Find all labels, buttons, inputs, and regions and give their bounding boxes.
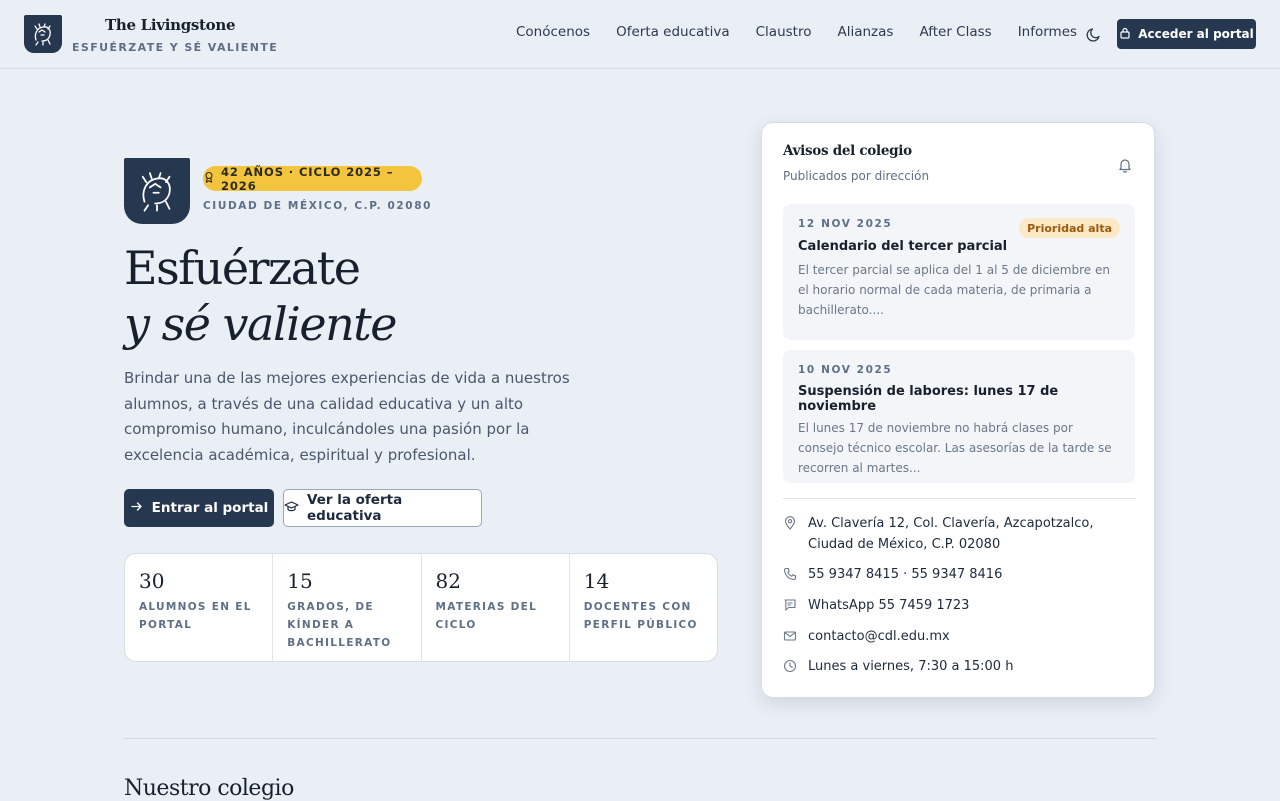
stat-label: Alumnos en el portal [139, 601, 252, 631]
graduation-cap-icon [284, 500, 299, 517]
notice-body: El lunes 17 de noviembre no habrá clases… [798, 421, 1112, 475]
nav-claustro[interactable]: Claustro [756, 24, 812, 40]
lion-crest-icon[interactable] [24, 15, 62, 53]
notice-title: Calendario del tercer parcial [798, 239, 1008, 254]
chat-icon [783, 597, 799, 613]
mail-icon [783, 628, 799, 644]
stat-item: 15 Grados, de kínder a bachillerato [273, 554, 422, 661]
stat-value: 14 [583, 569, 610, 593]
enter-portal-button[interactable]: Entrar al portal [124, 489, 274, 527]
priority-badge: Prioridad alta [1019, 218, 1120, 238]
lion-crest-icon [124, 158, 190, 224]
notices-card: Avisos del colegio Publicados por direcc… [761, 122, 1155, 698]
nav-after-class[interactable]: After Class [919, 24, 991, 40]
stat-label: Docentes con perfil público [583, 601, 698, 631]
brand-motto: ESFUÉRZATE Y SÉ VALIENTE [72, 41, 279, 54]
view-offer-label: Ver la oferta educativa [307, 492, 403, 524]
arrow-right-icon [130, 500, 143, 517]
contact-address: Av. Clavería 12, Col. Clavería, Azcapotz… [783, 513, 1135, 555]
hero-title-line1: Esfuérzate [124, 241, 361, 295]
access-portal-button[interactable]: Acceder al portal [1117, 19, 1256, 49]
stat-item: 14 Docentes con perfil público [570, 554, 717, 661]
hero-lead: Brindar una de las mejores experiencias … [124, 369, 570, 464]
location-text: CIUDAD DE MÉXICO, C.P. 02080 [203, 200, 433, 212]
section-divider [124, 738, 1156, 739]
anniversary-badge-label: 42 AÑOS · CICLO 2025 – 2026 [221, 164, 394, 193]
nav-alianzas[interactable]: Alianzas [837, 24, 893, 40]
email-text[interactable]: contacto@cdl.edu.mx [808, 626, 1135, 647]
stat-item: 30 Alumnos en el portal [125, 554, 274, 661]
nav-conocenos[interactable]: Conócenos [516, 24, 590, 40]
award-ribbon-icon [203, 171, 215, 186]
contact-whatsapp: WhatsApp 55 7459 1723 [783, 595, 1135, 616]
map-pin-icon [783, 515, 799, 531]
anniversary-badge: 42 AÑOS · CICLO 2025 – 2026 [203, 164, 422, 193]
lock-icon [1119, 27, 1131, 42]
access-portal-label: Acceder al portal [1138, 27, 1254, 41]
enter-portal-label: Entrar al portal [151, 500, 269, 516]
nav-informes[interactable]: Informes [1018, 24, 1077, 40]
phone-text[interactable]: 55 9347 8415 · 55 9347 8416 [808, 564, 1135, 585]
notices-subtitle: Publicados por dirección [783, 169, 930, 183]
stats-panel: 30 Alumnos en el portal 15 Grados, de kí… [124, 553, 718, 662]
section-title: Nuestro colegio [124, 776, 294, 801]
site-header: The Livingstone ESFUÉRZATE Y SÉ VALIENTE… [0, 0, 1280, 69]
brand-name[interactable]: The Livingstone [105, 16, 236, 34]
notice-body: El tercer parcial se aplica del 1 al 5 d… [798, 263, 1110, 317]
hours-text: Lunes a viernes, 7:30 a 15:00 h [808, 659, 1014, 674]
contact-hours: Lunes a viernes, 7:30 a 15:00 h [783, 656, 1135, 677]
card-divider [783, 498, 1135, 499]
contact-email: contacto@cdl.edu.mx [783, 626, 1135, 647]
contact-phone: 55 9347 8415 · 55 9347 8416 [783, 564, 1135, 585]
stat-value: 15 [287, 569, 313, 593]
stat-label: Grados, de kínder a bachillerato [287, 601, 392, 649]
view-offer-button[interactable]: Ver la oferta educativa [283, 489, 482, 527]
stat-label: Materias del ciclo [435, 601, 538, 631]
notice-date: 10 NOV 2025 [798, 364, 893, 376]
stat-item: 82 Materias del ciclo [422, 554, 570, 661]
nav-oferta-educativa[interactable]: Oferta educativa [616, 24, 730, 40]
notice-item[interactable]: 10 NOV 2025 Suspensión de labores: lunes… [783, 350, 1135, 483]
address-text: Av. Clavería 12, Col. Clavería, Azcapotz… [808, 516, 1094, 552]
clock-icon [783, 658, 799, 674]
notices-title: Avisos del colegio [783, 143, 912, 159]
hero-title-line2: y sé valiente [124, 297, 397, 351]
notice-title: Suspensión de labores: lunes 17 de novie… [798, 384, 1059, 414]
notice-item[interactable]: 12 NOV 2025 Prioridad alta Calendario de… [783, 204, 1135, 340]
whatsapp-text[interactable]: WhatsApp 55 7459 1723 [808, 595, 1135, 616]
main-nav: Conócenos Oferta educativa Claustro Alia… [516, 24, 1103, 40]
phone-icon [783, 566, 799, 582]
moon-icon[interactable] [1085, 25, 1103, 43]
stat-value: 30 [139, 569, 165, 593]
stat-value: 82 [435, 569, 461, 593]
bell-icon[interactable] [1117, 157, 1133, 173]
